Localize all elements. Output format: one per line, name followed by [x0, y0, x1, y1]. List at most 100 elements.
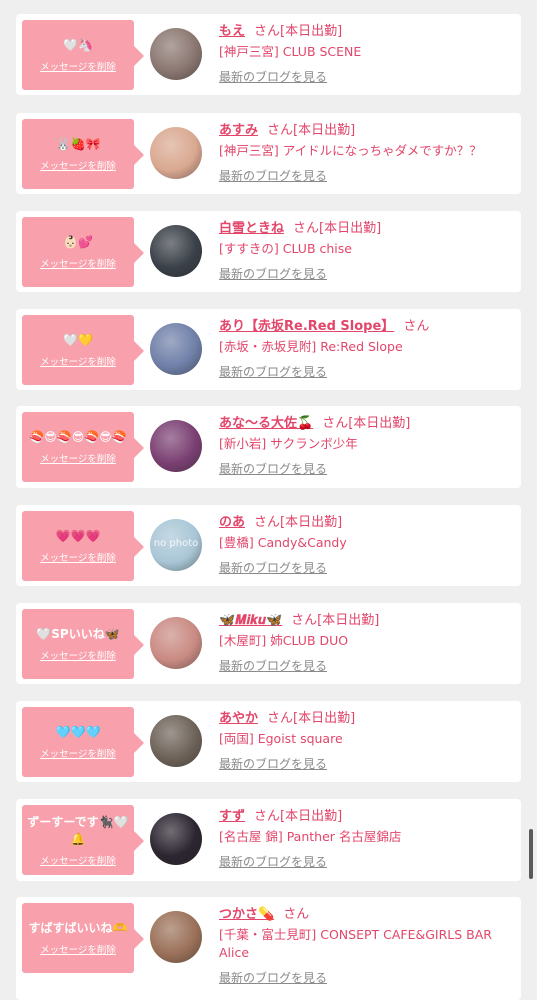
latest-blog-link[interactable]: 最新のブログを見る: [219, 68, 327, 85]
latest-blog-link[interactable]: 最新のブログを見る: [219, 853, 327, 870]
cast-card: 💗💗💗 メッセージを削除 no photo のあ さん[本日出勤] [豊橋] Ca…: [16, 505, 521, 586]
avatar-placeholder-text: no photo: [153, 538, 199, 549]
message-bubble: 💗💗💗 メッセージを削除: [22, 511, 144, 581]
cast-card: ずーすーです🐈‍⬛🤍🔔 メッセージを削除 すず さん[本日出勤] [名古屋 錦] …: [16, 799, 521, 881]
avatar[interactable]: [150, 715, 202, 767]
avatar[interactable]: [150, 28, 202, 80]
status-badge: [本日出勤]: [293, 123, 356, 138]
cast-card: 🩵🩵🩵 メッセージを削除 あやか さん[本日出勤] [両国] Egoist squ…: [16, 701, 521, 782]
delete-message-link[interactable]: メッセージを削除: [40, 746, 116, 760]
cast-info: あな〜る大佐🍒 さん[本日出勤] [新小岩] サクランボ少年 最新のブログを見る: [219, 414, 513, 477]
message-bubble: 🤍💛 メッセージを削除: [22, 315, 144, 385]
delete-message-link[interactable]: メッセージを削除: [40, 59, 116, 73]
delete-message-link[interactable]: メッセージを削除: [40, 256, 116, 270]
name-line: あり【赤坂Re.Red Slope】 さん: [219, 317, 513, 336]
latest-blog-link[interactable]: 最新のブログを見る: [219, 363, 327, 380]
shop-info: [千葉・富士見町] CONSEPT CAFE&GIRLS BAR Alice: [219, 927, 492, 960]
latest-blog-link[interactable]: 最新のブログを見る: [219, 167, 327, 184]
status-badge: [本日出勤]: [293, 711, 356, 726]
honorific: さん: [403, 319, 430, 334]
honorific: さん: [254, 809, 281, 824]
cast-info: あり【赤坂Re.Red Slope】 さん [赤坂・赤坂見附] Re:Red Sl…: [219, 317, 513, 380]
honorific: さん: [322, 416, 349, 431]
shop-info: [すすきの] CLUB chise: [219, 241, 352, 256]
avatar[interactable]: [150, 323, 202, 375]
delete-message-link[interactable]: メッセージを削除: [40, 853, 116, 867]
cast-info: つかさ💊 さん [千葉・富士見町] CONSEPT CAFE&GIRLS BAR …: [219, 905, 513, 986]
cast-name-link[interactable]: つかさ💊: [219, 907, 274, 922]
avatar[interactable]: [150, 911, 202, 963]
delete-message-link[interactable]: メッセージを削除: [40, 158, 116, 172]
message-bubble: すばすばいいね🫶 メッセージを削除: [22, 903, 144, 973]
avatar[interactable]: [150, 225, 202, 277]
cast-info: のあ さん[本日出勤] [豊橋] Candy&Candy 最新のブログを見る: [219, 513, 513, 576]
name-line: あな〜る大佐🍒 さん[本日出勤]: [219, 414, 513, 433]
latest-blog-link[interactable]: 最新のブログを見る: [219, 460, 327, 477]
shop-info: [神戸三宮] CLUB SCENE: [219, 44, 362, 59]
cast-name-link[interactable]: あすみ: [219, 123, 258, 138]
cast-card: 🤍🦄 メッセージを削除 もえ さん[本日出勤] [神戸三宮] CLUB SCENE…: [16, 14, 521, 95]
latest-blog-link[interactable]: 最新のブログを見る: [219, 755, 327, 772]
shop-info: [名古屋 錦] Panther 名古屋錦店: [219, 829, 402, 844]
avatar[interactable]: no photo: [150, 519, 202, 571]
name-line: 🦋𝑴𝒊𝒌𝒖🦋 さん[本日出勤]: [219, 611, 513, 630]
delete-message-link[interactable]: メッセージを削除: [40, 451, 116, 465]
cast-info: あやか さん[本日出勤] [両国] Egoist square 最新のブログを見る: [219, 709, 513, 772]
cast-card: 🍣😎🍣😎🍣😎🍣 メッセージを削除 あな〜る大佐🍒 さん[本日出勤] [新小岩] サ…: [16, 406, 521, 488]
cast-info: あすみ さん[本日出勤] [神戸三宮] アイドルになっちゃダメですか？？ 最新のブ…: [219, 121, 513, 184]
cast-info: 白雪ときね さん[本日出勤] [すすきの] CLUB chise 最新のブログを見…: [219, 219, 513, 282]
cast-name-link[interactable]: のあ: [219, 515, 245, 530]
message-bubble: 🩵🩵🩵 メッセージを削除: [22, 707, 144, 777]
honorific: さん: [267, 123, 294, 138]
avatar[interactable]: [150, 617, 202, 669]
latest-blog-link[interactable]: 最新のブログを見る: [219, 559, 327, 576]
shop-info: [木屋町] 姉CLUB DUO: [219, 633, 349, 648]
status-badge: [本日出勤]: [280, 515, 343, 530]
message-text: ずーすーです🐈‍⬛🤍🔔: [27, 814, 129, 846]
cast-name-link[interactable]: あり【赤坂Re.Red Slope】: [219, 319, 394, 334]
message-bubble: 👶🏻💕 メッセージを削除: [22, 217, 144, 287]
shop-info: [神戸三宮] アイドルになっちゃダメですか？？: [219, 143, 482, 158]
shop-info: [新小岩] サクランボ少年: [219, 436, 358, 451]
cast-info: すず さん[本日出勤] [名古屋 錦] Panther 名古屋錦店 最新のブログを…: [219, 807, 513, 870]
honorific: さん: [291, 613, 318, 628]
message-bubble: 🐰🍓🎀 メッセージを削除: [22, 119, 144, 189]
cast-name-link[interactable]: 白雪ときね: [219, 221, 284, 236]
name-line: あすみ さん[本日出勤]: [219, 121, 513, 140]
honorific: さん: [267, 711, 294, 726]
favorite-cast-list: 🤍🦄 メッセージを削除 もえ さん[本日出勤] [神戸三宮] CLUB SCENE…: [0, 0, 537, 1000]
shop-info: [両国] Egoist square: [219, 731, 343, 746]
honorific: さん: [283, 907, 310, 922]
cast-name-link[interactable]: あな〜る大佐🍒: [219, 416, 313, 431]
cast-card: 🤍💛 メッセージを削除 あり【赤坂Re.Red Slope】 さん [赤坂・赤坂見…: [16, 309, 521, 390]
message-text: 🐰🍓🎀: [55, 137, 101, 151]
scrollbar[interactable]: [529, 829, 533, 879]
message-text: 🩵🩵🩵: [55, 725, 101, 739]
delete-message-link[interactable]: メッセージを削除: [40, 942, 116, 956]
message-text: 💗💗💗: [55, 529, 101, 543]
message-text: すばすばいいね🫶: [28, 921, 128, 935]
avatar[interactable]: [150, 127, 202, 179]
latest-blog-link[interactable]: 最新のブログを見る: [219, 969, 327, 986]
status-badge: [本日出勤]: [280, 809, 343, 824]
cast-name-link[interactable]: あやか: [219, 711, 258, 726]
delete-message-link[interactable]: メッセージを削除: [40, 354, 116, 368]
status-badge: [本日出勤]: [317, 613, 380, 628]
name-line: 白雪ときね さん[本日出勤]: [219, 219, 513, 238]
cast-card: すばすばいいね🫶 メッセージを削除 つかさ💊 さん [千葉・富士見町] CONSE…: [16, 897, 521, 1000]
delete-message-link[interactable]: メッセージを削除: [40, 648, 116, 662]
cast-name-link[interactable]: もえ: [219, 24, 245, 39]
delete-message-link[interactable]: メッセージを削除: [40, 550, 116, 564]
status-badge: [本日出勤]: [280, 24, 343, 39]
avatar[interactable]: [150, 420, 202, 472]
cast-name-link[interactable]: 🦋𝑴𝒊𝒌𝒖🦋: [219, 613, 282, 628]
avatar[interactable]: [150, 813, 202, 865]
latest-blog-link[interactable]: 最新のブログを見る: [219, 657, 327, 674]
name-line: つかさ💊 さん: [219, 905, 513, 924]
message-bubble: 🤍🦄 メッセージを削除: [22, 20, 144, 90]
shop-info: [赤坂・赤坂見附] Re:Red Slope: [219, 339, 403, 354]
honorific: さん: [293, 221, 320, 236]
cast-name-link[interactable]: すず: [219, 809, 245, 824]
latest-blog-link[interactable]: 最新のブログを見る: [219, 265, 327, 282]
message-text: 🤍🦄: [63, 38, 93, 52]
